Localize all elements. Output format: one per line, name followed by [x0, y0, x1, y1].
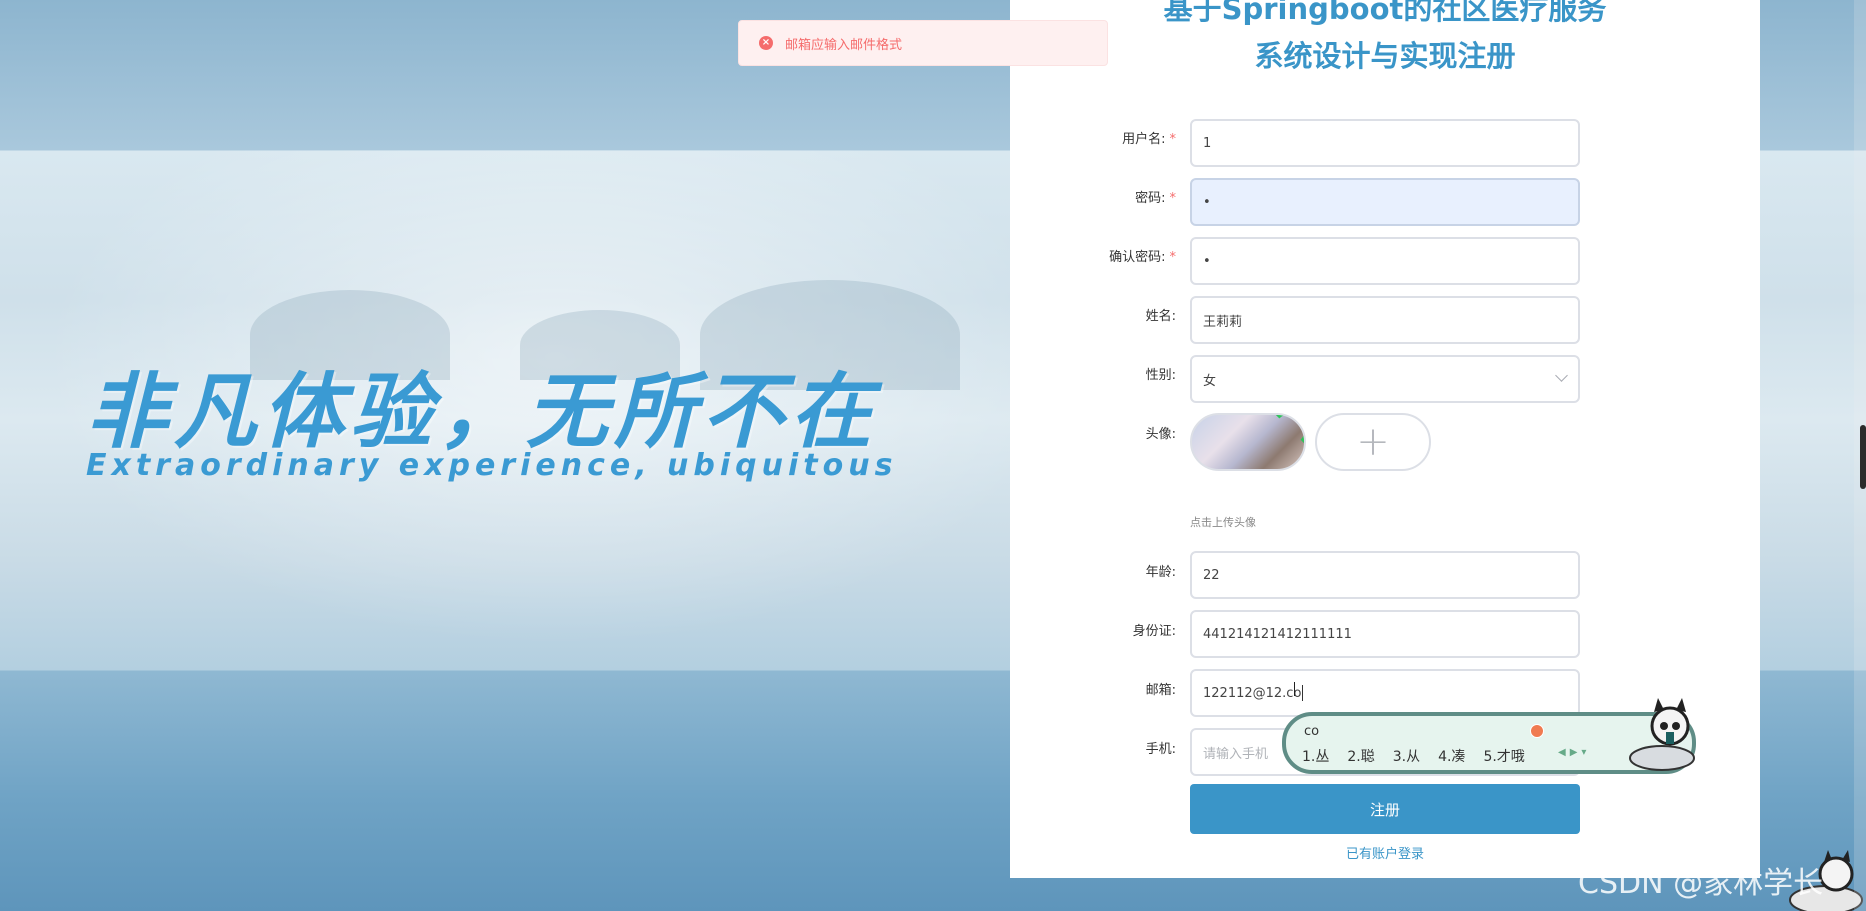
email-value: 122112@12.co [1203, 685, 1302, 701]
username-label: 用户名: * [1122, 132, 1177, 147]
id-card-label: 身份证: [1132, 624, 1176, 639]
text-cursor-icon [1294, 682, 1297, 696]
id-card-value: 441214121412111111 [1203, 626, 1352, 642]
ime-candidate-window: co 1.丛 2.聪 3.从 4.凑 5.才哦 ◀ ▶ ▾ [1282, 698, 1696, 774]
chevron-down-icon [1555, 369, 1568, 382]
ime-mascot-icon [1629, 698, 1695, 771]
ime-candidate[interactable]: 3.从 [1393, 746, 1420, 766]
ime-input-text: co [1304, 724, 1320, 739]
ime-candidate[interactable]: 2.聪 [1347, 746, 1374, 766]
chevron-down-icon[interactable]: ▾ [1581, 747, 1586, 758]
gender-value: 女 [1203, 373, 1217, 389]
upload-hint: 点击上传头像 [1190, 516, 1256, 529]
name-label: 姓名: [1145, 309, 1176, 324]
email-label: 邮箱: [1145, 683, 1176, 698]
avatar-label: 头像: [1145, 427, 1176, 442]
phone-label: 手机: [1145, 742, 1176, 757]
toast-message: 邮箱应输入邮件格式 [785, 37, 903, 53]
error-toast: × 邮箱应输入邮件格式 [738, 20, 1108, 66]
ime-paging: ◀ ▶ ▾ [1558, 747, 1586, 758]
password-value: • [1203, 194, 1211, 210]
username-value: 1 [1203, 135, 1212, 151]
watermark: CSDN @家林学长 [1578, 866, 1824, 901]
phone-placeholder: 请输入手机 [1203, 746, 1269, 762]
avatar-decoration [1270, 415, 1304, 449]
gender-label: 性别: [1145, 368, 1176, 383]
required-mark: * [1169, 191, 1177, 206]
password-label: 密码: * [1135, 191, 1177, 206]
text-caret [1302, 685, 1304, 701]
password-input[interactable]: • [1190, 178, 1580, 226]
required-mark: * [1169, 250, 1177, 265]
avatar-image[interactable] [1190, 413, 1306, 471]
name-value: 王莉莉 [1203, 314, 1243, 330]
page-title-line2: 系统设计与实现注册 [1254, 39, 1516, 73]
id-card-input[interactable]: 441214121412111111 [1190, 610, 1580, 658]
confirm-password-value: • [1203, 253, 1211, 269]
age-input[interactable]: 22 [1190, 551, 1580, 599]
confirm-password-input[interactable]: • [1190, 237, 1580, 285]
name-input[interactable]: 王莉莉 [1190, 296, 1580, 344]
username-input[interactable]: 1 [1190, 119, 1580, 167]
ime-candidates: 1.丛 2.聪 3.从 4.凑 5.才哦 [1302, 746, 1525, 766]
plus-icon: + [1356, 419, 1390, 465]
ime-candidate[interactable]: 1.丛 [1302, 746, 1329, 766]
login-link[interactable]: 已有账户登录 [1190, 843, 1580, 862]
email-input[interactable]: 122112@12.co [1190, 669, 1580, 717]
arrow-left-icon[interactable]: ◀ [1558, 747, 1566, 758]
age-label: 年龄: [1145, 565, 1176, 580]
confirm-password-label: 确认密码: * [1109, 250, 1177, 265]
ime-candidate[interactable]: 5.才哦 [1483, 746, 1524, 766]
ime-logo-icon [1530, 724, 1544, 738]
upload-avatar-button[interactable]: + [1315, 413, 1431, 471]
page-title: 基于Springboot的社区医疗服务 系统设计与实现注册 [1010, 0, 1760, 80]
required-mark: * [1169, 132, 1177, 147]
ime-candidate[interactable]: 4.凑 [1438, 746, 1465, 766]
register-button[interactable]: 注册 [1190, 784, 1580, 834]
age-value: 22 [1203, 567, 1220, 583]
hero-subtitle: Extraordinary experience, ubiquitous [86, 448, 898, 483]
gender-select[interactable]: 女 [1190, 355, 1580, 403]
error-circle-icon: × [759, 36, 773, 50]
hero-title: 非凡体验，无所不在 [86, 365, 878, 460]
arrow-right-icon[interactable]: ▶ [1570, 747, 1578, 758]
page-title-line1: 基于Springboot的社区医疗服务 [1163, 0, 1607, 26]
scrollbar-thumb[interactable] [1860, 425, 1866, 489]
